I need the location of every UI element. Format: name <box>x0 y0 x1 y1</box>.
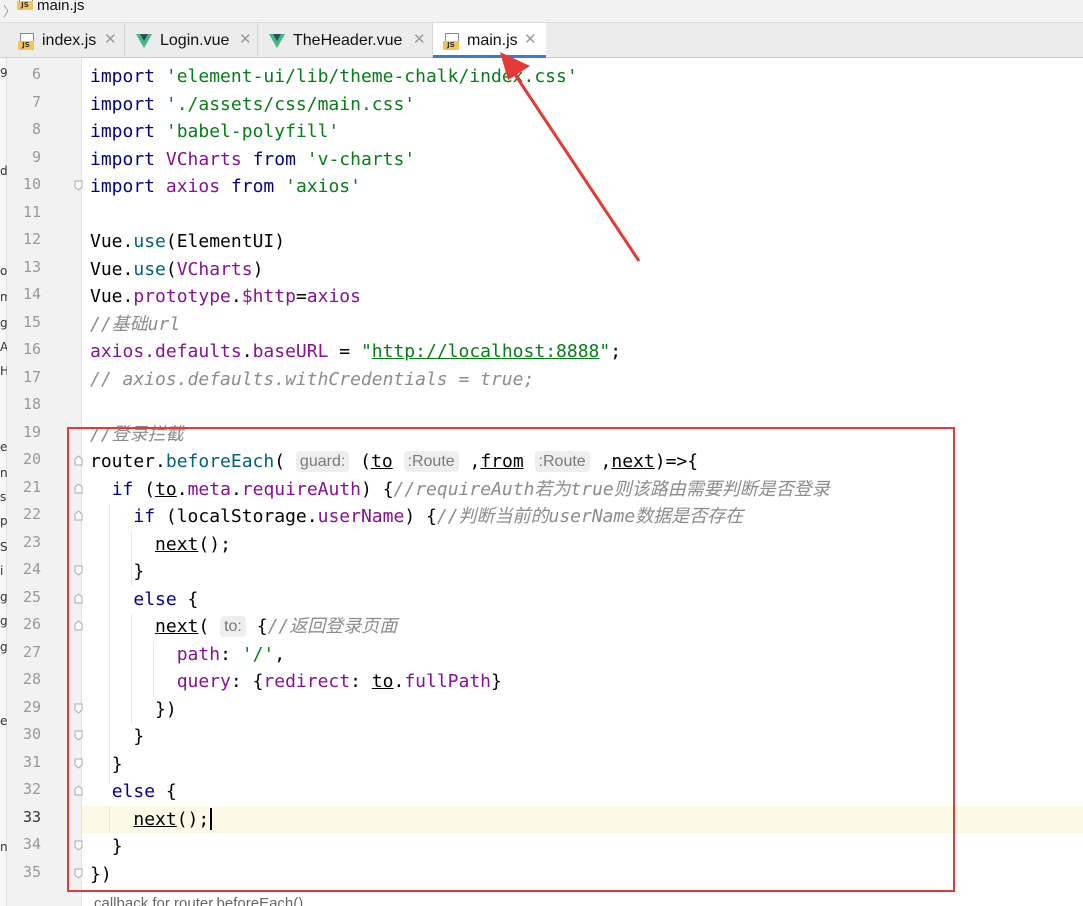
close-icon[interactable]: ✕ <box>524 30 537 48</box>
code-line-8: import 'babel-polyfill' <box>90 121 340 142</box>
code-line-16: axios.defaults.baseURL = "http://localho… <box>90 341 622 362</box>
line-number: 31 <box>22 753 41 771</box>
status-text[interactable]: callback for router.beforeEach() <box>94 894 303 906</box>
close-icon[interactable]: ✕ <box>413 30 426 48</box>
line-number: 10 <box>22 175 41 193</box>
line-number: 35 <box>22 863 41 881</box>
tab-index-js[interactable]: JS index.js ✕ <box>12 23 125 57</box>
tab-theheader-vue[interactable]: TheHeader.vue ✕ <box>258 23 433 57</box>
line-number: 7 <box>31 93 41 111</box>
tab-label: TheHeader.vue <box>293 32 403 49</box>
line-number: 24 <box>22 560 41 578</box>
js-file-icon: JS <box>18 33 34 50</box>
fold-end-icon[interactable] <box>74 180 83 191</box>
line-number-current: 33 <box>22 808 41 826</box>
tab-label: Login.vue <box>160 32 230 49</box>
line-number: 29 <box>22 698 41 716</box>
line-number: 19 <box>22 423 41 441</box>
code-line-12: Vue.use(ElementUI) <box>90 231 286 252</box>
code-line-7: import './assets/css/main.css' <box>90 94 416 115</box>
code-line-10: import axios from 'axios' <box>90 176 361 197</box>
breadcrumb-file[interactable]: main.js <box>37 0 85 14</box>
tab-login-vue[interactable]: Login.vue ✕ <box>125 23 258 57</box>
close-icon[interactable]: ✕ <box>104 30 117 48</box>
line-number: 21 <box>22 478 41 496</box>
line-number: 8 <box>31 120 41 138</box>
tab-label: index.js <box>42 32 97 49</box>
line-number: 12 <box>22 230 41 248</box>
annotation-arrow-icon <box>500 52 641 262</box>
line-number: 26 <box>22 615 41 633</box>
line-number: 14 <box>22 285 41 303</box>
line-number: 13 <box>22 258 41 276</box>
js-file-icon: JS <box>17 0 33 10</box>
line-number: 27 <box>22 643 41 661</box>
line-number: 28 <box>22 670 41 688</box>
annotation-highlight-box <box>67 427 955 892</box>
code-line-17: // axios.defaults.withCredentials = true… <box>90 369 535 390</box>
js-file-icon: JS <box>443 33 459 50</box>
code-line-9: import VCharts from 'v-charts' <box>90 149 416 170</box>
code-line-13: Vue.use(VCharts) <box>90 259 264 280</box>
code-line-15: //基础url <box>90 314 181 335</box>
chevron-right-icon: 〉 <box>3 4 17 19</box>
close-icon[interactable]: ✕ <box>239 30 252 48</box>
code-breadcrumb-bar: callback for router.beforeEach() <box>82 894 1083 906</box>
line-number: 16 <box>22 340 41 358</box>
line-number: 15 <box>22 313 41 331</box>
line-number: 34 <box>22 835 41 853</box>
vue-file-icon <box>269 34 285 48</box>
project-panel-edge[interactable]: 9 d o m g A H e n s p S i g g g e n <box>0 58 12 906</box>
line-number: 32 <box>22 780 41 798</box>
tab-label: main.js <box>467 32 518 49</box>
line-number: 17 <box>22 368 41 386</box>
line-number: 20 <box>22 450 41 468</box>
code-line-14: Vue.prototype.$http=axios <box>90 286 361 307</box>
line-number: 22 <box>22 505 41 523</box>
line-number: 9 <box>31 148 41 166</box>
url-link[interactable]: http://localhost:8888 <box>372 341 600 362</box>
line-number: 30 <box>22 725 41 743</box>
line-number: 6 <box>31 65 41 83</box>
vue-file-icon <box>136 34 152 48</box>
line-number: 25 <box>22 588 41 606</box>
line-number: 18 <box>22 395 41 413</box>
line-number: 11 <box>22 203 41 221</box>
breadcrumb: 〉 JS main.js <box>0 0 1083 23</box>
line-number: 23 <box>22 533 41 551</box>
